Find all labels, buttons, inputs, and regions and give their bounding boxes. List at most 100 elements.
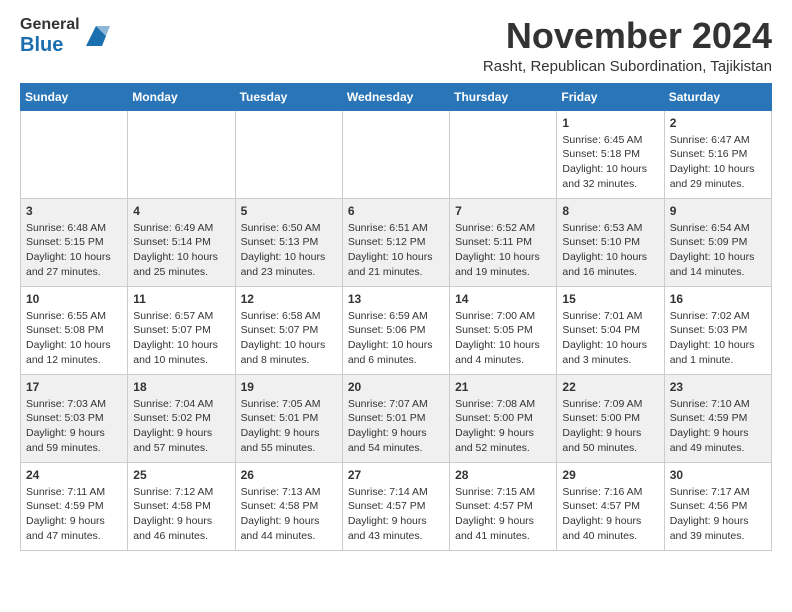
day-info: Sunrise: 7:05 AMSunset: 5:01 PMDaylight:… xyxy=(241,397,337,456)
calendar-row: 3 Sunrise: 6:48 AMSunset: 5:15 PMDaylight… xyxy=(21,198,772,286)
calendar-row: 17 Sunrise: 7:03 AMSunset: 5:03 PMDayligh… xyxy=(21,374,772,462)
calendar-cell: 17 Sunrise: 7:03 AMSunset: 5:03 PMDayligh… xyxy=(21,374,128,462)
calendar-cell: 9 Sunrise: 6:54 AMSunset: 5:09 PMDaylight… xyxy=(664,198,771,286)
calendar-row: 24 Sunrise: 7:11 AMSunset: 4:59 PMDayligh… xyxy=(21,462,772,550)
calendar-cell: 23 Sunrise: 7:10 AMSunset: 4:59 PMDayligh… xyxy=(664,374,771,462)
day-number: 15 xyxy=(562,291,658,307)
day-info: Sunrise: 6:45 AMSunset: 5:18 PMDaylight:… xyxy=(562,133,658,192)
calendar-cell: 1 Sunrise: 6:45 AMSunset: 5:18 PMDaylight… xyxy=(557,110,664,198)
subtitle: Rasht, Republican Subordination, Tajikis… xyxy=(483,58,772,75)
calendar-cell: 26Sunrise: 7:13 AMSunset: 4:58 PMDayligh… xyxy=(235,462,342,550)
day-info: Sunrise: 6:58 AMSunset: 5:07 PMDaylight:… xyxy=(241,309,337,368)
calendar-cell xyxy=(235,110,342,198)
day-info: Sunrise: 7:04 AMSunset: 5:02 PMDaylight:… xyxy=(133,397,229,456)
day-number: 11 xyxy=(133,291,229,307)
day-number: 30 xyxy=(670,467,766,483)
calendar-cell: 28Sunrise: 7:15 AMSunset: 4:57 PMDayligh… xyxy=(450,462,557,550)
calendar-cell: 21Sunrise: 7:08 AMSunset: 5:00 PMDayligh… xyxy=(450,374,557,462)
calendar-cell: 12 Sunrise: 6:58 AMSunset: 5:07 PMDayligh… xyxy=(235,286,342,374)
calendar-cell xyxy=(342,110,449,198)
calendar-header-row: SundayMondayTuesdayWednesdayThursdayFrid… xyxy=(21,83,772,110)
weekday-header: Saturday xyxy=(664,83,771,110)
day-info: Sunrise: 7:15 AMSunset: 4:57 PMDaylight:… xyxy=(455,485,551,544)
calendar-cell: 24 Sunrise: 7:11 AMSunset: 4:59 PMDayligh… xyxy=(21,462,128,550)
day-info: Sunrise: 7:02 AMSunset: 5:03 PMDaylight:… xyxy=(670,309,766,368)
calendar-row: 1 Sunrise: 6:45 AMSunset: 5:18 PMDaylight… xyxy=(21,110,772,198)
weekday-header: Sunday xyxy=(21,83,128,110)
day-info: Sunrise: 7:14 AMSunset: 4:57 PMDaylight:… xyxy=(348,485,444,544)
weekday-header: Wednesday xyxy=(342,83,449,110)
day-number: 16 xyxy=(670,291,766,307)
day-number: 29 xyxy=(562,467,658,483)
day-number: 26 xyxy=(241,467,337,483)
day-number: 6 xyxy=(348,203,444,219)
weekday-header: Tuesday xyxy=(235,83,342,110)
day-info: Sunrise: 7:11 AMSunset: 4:59 PMDaylight:… xyxy=(26,485,122,544)
calendar-cell: 8 Sunrise: 6:53 AMSunset: 5:10 PMDaylight… xyxy=(557,198,664,286)
day-number: 17 xyxy=(26,379,122,395)
day-info: Sunrise: 6:53 AMSunset: 5:10 PMDaylight:… xyxy=(562,221,658,280)
day-info: Sunrise: 7:03 AMSunset: 5:03 PMDaylight:… xyxy=(26,397,122,456)
day-info: Sunrise: 6:59 AMSunset: 5:06 PMDaylight:… xyxy=(348,309,444,368)
day-info: Sunrise: 6:54 AMSunset: 5:09 PMDaylight:… xyxy=(670,221,766,280)
weekday-header: Monday xyxy=(128,83,235,110)
calendar-cell: 22Sunrise: 7:09 AMSunset: 5:00 PMDayligh… xyxy=(557,374,664,462)
calendar-cell: 13Sunrise: 6:59 AMSunset: 5:06 PMDayligh… xyxy=(342,286,449,374)
calendar-cell xyxy=(21,110,128,198)
day-info: Sunrise: 6:52 AMSunset: 5:11 PMDaylight:… xyxy=(455,221,551,280)
calendar-cell: 11 Sunrise: 6:57 AMSunset: 5:07 PMDayligh… xyxy=(128,286,235,374)
day-number: 25 xyxy=(133,467,229,483)
day-info: Sunrise: 7:07 AMSunset: 5:01 PMDaylight:… xyxy=(348,397,444,456)
day-number: 24 xyxy=(26,467,122,483)
day-info: Sunrise: 7:16 AMSunset: 4:57 PMDaylight:… xyxy=(562,485,658,544)
day-info: Sunrise: 6:47 AMSunset: 5:16 PMDaylight:… xyxy=(670,133,766,192)
calendar-table: SundayMondayTuesdayWednesdayThursdayFrid… xyxy=(20,83,772,551)
month-title: November 2024 xyxy=(483,16,772,56)
day-info: Sunrise: 7:17 AMSunset: 4:56 PMDaylight:… xyxy=(670,485,766,544)
day-number: 19 xyxy=(241,379,337,395)
day-number: 4 xyxy=(133,203,229,219)
calendar-cell: 6 Sunrise: 6:51 AMSunset: 5:12 PMDaylight… xyxy=(342,198,449,286)
day-number: 23 xyxy=(670,379,766,395)
day-info: Sunrise: 7:00 AMSunset: 5:05 PMDaylight:… xyxy=(455,309,551,368)
logo: General Blue xyxy=(20,16,110,57)
weekday-header: Thursday xyxy=(450,83,557,110)
logo-general-text: General xyxy=(20,16,80,34)
calendar-cell: 27 Sunrise: 7:14 AMSunset: 4:57 PMDayligh… xyxy=(342,462,449,550)
day-number: 10 xyxy=(26,291,122,307)
calendar-cell: 29 Sunrise: 7:16 AMSunset: 4:57 PMDayligh… xyxy=(557,462,664,550)
header: General Blue November 2024 Rasht, Republ… xyxy=(20,16,772,75)
day-info: Sunrise: 7:01 AMSunset: 5:04 PMDaylight:… xyxy=(562,309,658,368)
weekday-header: Friday xyxy=(557,83,664,110)
calendar-cell: 3 Sunrise: 6:48 AMSunset: 5:15 PMDaylight… xyxy=(21,198,128,286)
day-info: Sunrise: 6:57 AMSunset: 5:07 PMDaylight:… xyxy=(133,309,229,368)
calendar-cell: 14 Sunrise: 7:00 AMSunset: 5:05 PMDayligh… xyxy=(450,286,557,374)
calendar-cell: 15 Sunrise: 7:01 AMSunset: 5:04 PMDayligh… xyxy=(557,286,664,374)
day-number: 12 xyxy=(241,291,337,307)
calendar-cell: 25Sunrise: 7:12 AMSunset: 4:58 PMDayligh… xyxy=(128,462,235,550)
day-number: 7 xyxy=(455,203,551,219)
calendar-cell: 2Sunrise: 6:47 AMSunset: 5:16 PMDaylight… xyxy=(664,110,771,198)
calendar-cell: 7 Sunrise: 6:52 AMSunset: 5:11 PMDaylight… xyxy=(450,198,557,286)
calendar-cell: 19 Sunrise: 7:05 AMSunset: 5:01 PMDayligh… xyxy=(235,374,342,462)
day-number: 20 xyxy=(348,379,444,395)
calendar-row: 10 Sunrise: 6:55 AMSunset: 5:08 PMDayligh… xyxy=(21,286,772,374)
day-number: 1 xyxy=(562,115,658,131)
day-info: Sunrise: 7:10 AMSunset: 4:59 PMDaylight:… xyxy=(670,397,766,456)
day-number: 9 xyxy=(670,203,766,219)
calendar-cell: 10 Sunrise: 6:55 AMSunset: 5:08 PMDayligh… xyxy=(21,286,128,374)
day-info: Sunrise: 6:50 AMSunset: 5:13 PMDaylight:… xyxy=(241,221,337,280)
day-number: 27 xyxy=(348,467,444,483)
calendar-cell xyxy=(128,110,235,198)
day-number: 3 xyxy=(26,203,122,219)
day-info: Sunrise: 6:55 AMSunset: 5:08 PMDaylight:… xyxy=(26,309,122,368)
day-info: Sunrise: 6:51 AMSunset: 5:12 PMDaylight:… xyxy=(348,221,444,280)
day-number: 8 xyxy=(562,203,658,219)
calendar-cell: 30 Sunrise: 7:17 AMSunset: 4:56 PMDayligh… xyxy=(664,462,771,550)
calendar-cell: 16 Sunrise: 7:02 AMSunset: 5:03 PMDayligh… xyxy=(664,286,771,374)
title-block: November 2024 Rasht, Republican Subordin… xyxy=(483,16,772,75)
day-info: Sunrise: 6:48 AMSunset: 5:15 PMDaylight:… xyxy=(26,221,122,280)
day-number: 14 xyxy=(455,291,551,307)
day-info: Sunrise: 7:08 AMSunset: 5:00 PMDaylight:… xyxy=(455,397,551,456)
day-info: Sunrise: 6:49 AMSunset: 5:14 PMDaylight:… xyxy=(133,221,229,280)
